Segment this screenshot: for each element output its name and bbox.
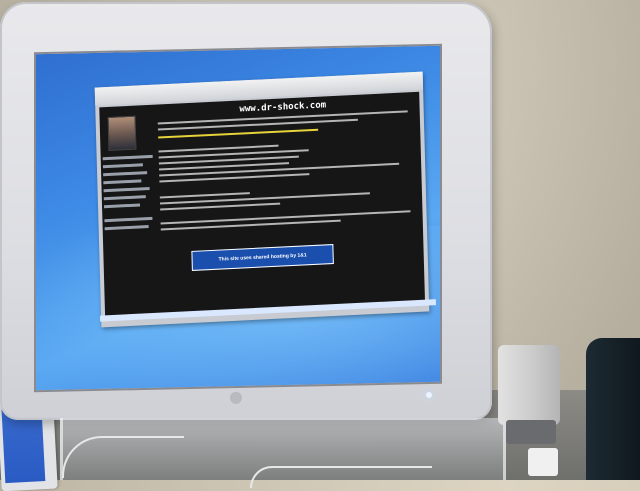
author-photo xyxy=(107,115,137,151)
monitor-screen: www.dr-shock.com This site uses shared h… xyxy=(34,43,442,393)
sidebar-link[interactable] xyxy=(103,186,150,193)
sidebar-link[interactable] xyxy=(103,195,146,201)
dark-device xyxy=(586,338,640,480)
speaker-base xyxy=(506,420,556,444)
sidebar-link[interactable] xyxy=(103,171,148,177)
browser-window[interactable]: www.dr-shock.com This site uses shared h… xyxy=(94,71,430,328)
cable xyxy=(250,466,432,488)
sidebar-link[interactable] xyxy=(103,179,142,185)
monitor-bezel: www.dr-shock.com This site uses shared h… xyxy=(0,2,492,420)
sidebar-link[interactable] xyxy=(102,154,153,161)
hosting-banner[interactable]: This site uses shared hosting by 1&1 xyxy=(191,244,334,271)
power-led-icon xyxy=(426,392,432,398)
site-title[interactable]: www.dr-shock.com xyxy=(239,100,326,114)
sidebar-link[interactable] xyxy=(104,225,149,231)
text-line xyxy=(160,202,281,211)
speaker xyxy=(498,345,560,425)
sidebar-link[interactable] xyxy=(102,163,143,169)
cable xyxy=(62,436,184,478)
text-line xyxy=(159,192,250,199)
apple-logo-icon: ● xyxy=(229,387,243,406)
sidebar-link[interactable] xyxy=(104,216,153,223)
sidebar-link[interactable] xyxy=(104,203,141,209)
highlight-text-line[interactable] xyxy=(158,128,319,139)
webpage-content: www.dr-shock.com This site uses shared h… xyxy=(99,91,426,320)
power-plug xyxy=(528,448,558,476)
